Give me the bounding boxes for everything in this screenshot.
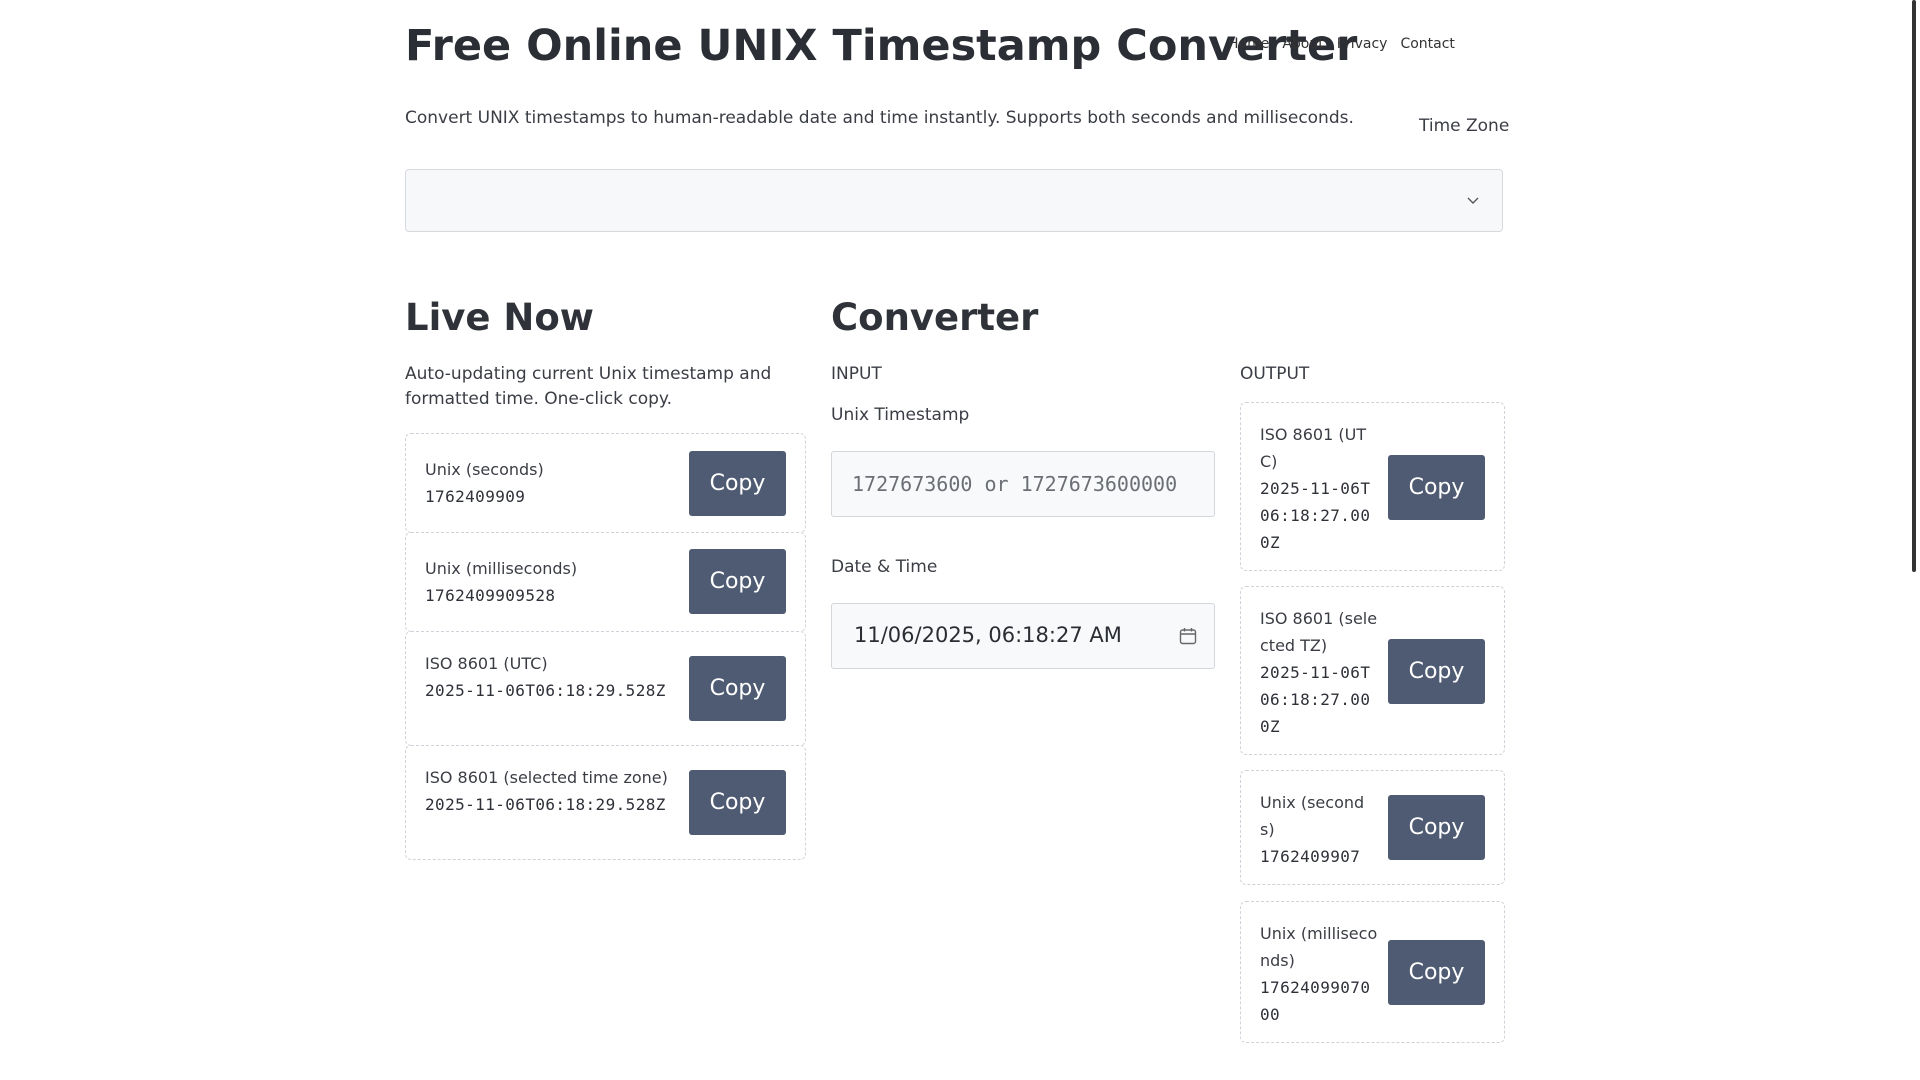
card-label: ISO 8601 (UTC) <box>1260 425 1367 471</box>
nav-contact[interactable]: Contact <box>1400 36 1454 52</box>
site-title: Free Online UNIX Timestamp Converter <box>405 21 1358 71</box>
card-value: 1762409909528 <box>425 586 556 605</box>
page-subtitle: Convert UNIX timestamps to human-readabl… <box>405 108 1354 128</box>
card-value: 2025-11-06T06:18:29.528Z <box>425 795 666 814</box>
chevron-down-icon <box>1467 197 1479 204</box>
unix-timestamp-input[interactable] <box>832 452 1214 516</box>
output-card-iso-utc: ISO 8601 (UTC) 2025-11-06T06:18:27.000Z … <box>1240 402 1505 571</box>
timezone-label: Time Zone <box>1419 116 1510 136</box>
output-card-iso-selected-tz: ISO 8601 (selected TZ) 2025-11-06T06:18:… <box>1240 586 1505 755</box>
live-card-iso-utc: ISO 8601 (UTC) 2025-11-06T06:18:29.528Z … <box>405 631 806 746</box>
input-heading: INPUT <box>831 364 882 384</box>
output-heading: OUTPUT <box>1240 364 1310 384</box>
calendar-icon[interactable] <box>1178 626 1198 646</box>
nav-privacy[interactable]: Privacy <box>1337 36 1388 52</box>
converter-heading: Converter <box>831 296 1039 339</box>
card-value: 1762409907 <box>1260 847 1361 866</box>
card-value: 1762409909 <box>425 487 526 506</box>
nav-home[interactable]: Home <box>1228 36 1269 52</box>
date-time-label: Date & Time <box>831 557 938 577</box>
live-card-unix-seconds: Unix (seconds) 1762409909 Copy <box>405 433 806 533</box>
live-card-iso-selected-tz: ISO 8601 (selected time zone) 2025-11-06… <box>405 745 806 860</box>
output-card-unix-milliseconds: Unix (milliseconds) 1762409907000 Copy <box>1240 901 1505 1043</box>
copy-button[interactable]: Copy <box>1388 940 1485 1005</box>
scrollbar[interactable] <box>1912 0 1916 572</box>
live-now-heading: Live Now <box>405 296 594 339</box>
card-value: 2025-11-06T06:18:27.000Z <box>1260 663 1371 736</box>
date-time-input[interactable]: 11/06/2025, 06:18:27 AM <box>831 603 1215 669</box>
nav-about[interactable]: About <box>1282 36 1323 52</box>
output-card-unix-seconds: Unix (seconds) 1762409907 Copy <box>1240 770 1505 885</box>
copy-button[interactable]: Copy <box>689 549 786 614</box>
live-now-description: Auto-updating current Unix timestamp and… <box>405 364 772 409</box>
card-label: Unix (seconds) <box>1260 793 1365 839</box>
card-value: 2025-11-06T06:18:27.000Z <box>1260 479 1371 552</box>
copy-button[interactable]: Copy <box>1388 455 1485 520</box>
copy-button[interactable]: Copy <box>689 770 786 835</box>
unix-timestamp-field <box>831 451 1215 517</box>
date-time-value: 11/06/2025, 06:18:27 AM <box>854 623 1122 647</box>
top-nav: Home About Privacy Contact <box>1228 36 1468 52</box>
live-card-unix-milliseconds: Unix (milliseconds) 1762409909528 Copy <box>405 532 806 632</box>
card-label: ISO 8601 (selected time zone) <box>425 768 668 787</box>
unix-timestamp-label: Unix Timestamp <box>831 405 970 425</box>
card-label: Unix (milliseconds) <box>1260 924 1378 970</box>
card-label: Unix (milliseconds) <box>425 559 578 578</box>
card-label: ISO 8601 (UTC) <box>425 654 548 673</box>
copy-button[interactable]: Copy <box>1388 639 1485 704</box>
card-label: ISO 8601 (selected TZ) <box>1260 609 1378 655</box>
copy-button[interactable]: Copy <box>689 451 786 516</box>
card-value: 1762409907000 <box>1260 978 1371 1024</box>
copy-button[interactable]: Copy <box>689 656 786 721</box>
card-value: 2025-11-06T06:18:29.528Z <box>425 681 666 700</box>
copy-button[interactable]: Copy <box>1388 795 1485 860</box>
card-label: Unix (seconds) <box>425 460 544 479</box>
timezone-select[interactable] <box>405 169 1503 232</box>
